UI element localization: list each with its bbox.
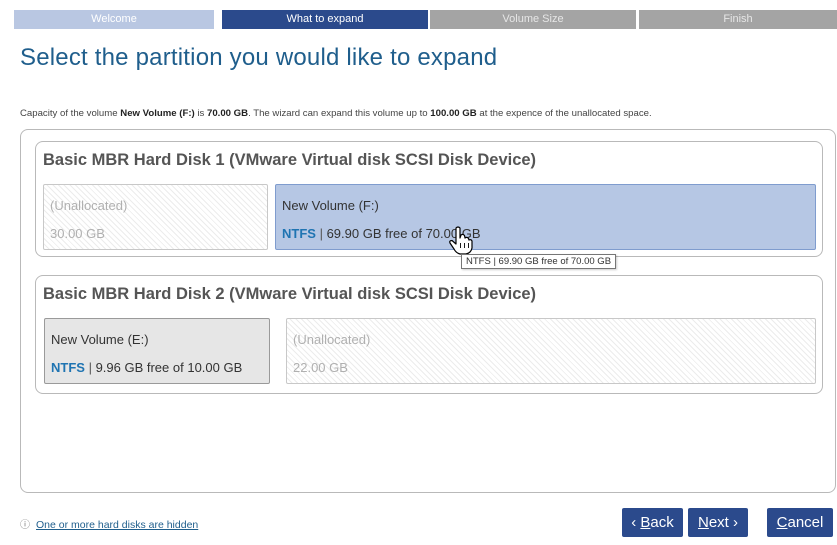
partition-unallocated[interactable]: (Unallocated) 30.00 GB bbox=[43, 184, 268, 250]
partition-name: (Unallocated) bbox=[50, 198, 128, 213]
partition-tooltip: NTFS | 69.90 GB free of 70.00 GB bbox=[461, 254, 617, 269]
partition-name: (Unallocated) bbox=[293, 332, 371, 347]
wizard-steps: Welcome What to expand Volume Size Finis… bbox=[14, 10, 837, 29]
step-finish: Finish bbox=[639, 10, 837, 29]
disk-title: Basic MBR Hard Disk 1 (VMware Virtual di… bbox=[43, 151, 537, 169]
disk-2: Basic MBR Hard Disk 2 (VMware Virtual di… bbox=[35, 275, 823, 394]
hand-cursor-icon bbox=[449, 226, 473, 255]
hidden-disks-note: ⓘ One or more hard disks are hidden bbox=[20, 516, 198, 531]
partition-new-volume-f[interactable]: New Volume (F:) NTFS | 69.90 GB free of … bbox=[275, 184, 816, 250]
cancel-button[interactable]: Cancel bbox=[767, 508, 833, 537]
partition-new-volume-e[interactable]: New Volume (E:) NTFS | 9.96 GB free of 1… bbox=[44, 318, 270, 384]
max-capacity: 100.00 GB bbox=[430, 108, 477, 119]
info-icon: ⓘ bbox=[20, 520, 30, 531]
partition-unallocated[interactable]: (Unallocated) 22.00 GB bbox=[286, 318, 816, 384]
back-button[interactable]: ‹ Back bbox=[622, 508, 683, 537]
disk-list-panel: Basic MBR Hard Disk 1 (VMware Virtual di… bbox=[20, 129, 836, 493]
disk-1: Basic MBR Hard Disk 1 (VMware Virtual di… bbox=[35, 141, 823, 257]
filesystem-label: NTFS bbox=[282, 226, 316, 241]
next-button[interactable]: Next › bbox=[688, 508, 748, 537]
hidden-disks-link[interactable]: One or more hard disks are hidden bbox=[36, 519, 198, 531]
partition-name: New Volume (E:) bbox=[51, 332, 149, 347]
step-what-to-expand: What to expand bbox=[222, 10, 428, 29]
step-welcome: Welcome bbox=[14, 10, 214, 29]
partition-size: 22.00 GB bbox=[293, 360, 348, 375]
step-volume-size: Volume Size bbox=[430, 10, 636, 29]
filesystem-label: NTFS bbox=[51, 360, 85, 375]
volume-capacity: 70.00 GB bbox=[206, 108, 249, 119]
partition-size: 30.00 GB bbox=[50, 226, 105, 241]
partition-name: New Volume (F:) bbox=[282, 198, 379, 213]
page-title: Select the partition you would like to e… bbox=[20, 44, 498, 71]
disk-title: Basic MBR Hard Disk 2 (VMware Virtual di… bbox=[43, 285, 537, 303]
capacity-description: Capacity of the volume New Volume (F:) i… bbox=[20, 108, 652, 119]
partition-info: NTFS | 9.96 GB free of 10.00 GB bbox=[51, 360, 243, 375]
volume-name: New Volume (F:) bbox=[120, 108, 195, 119]
